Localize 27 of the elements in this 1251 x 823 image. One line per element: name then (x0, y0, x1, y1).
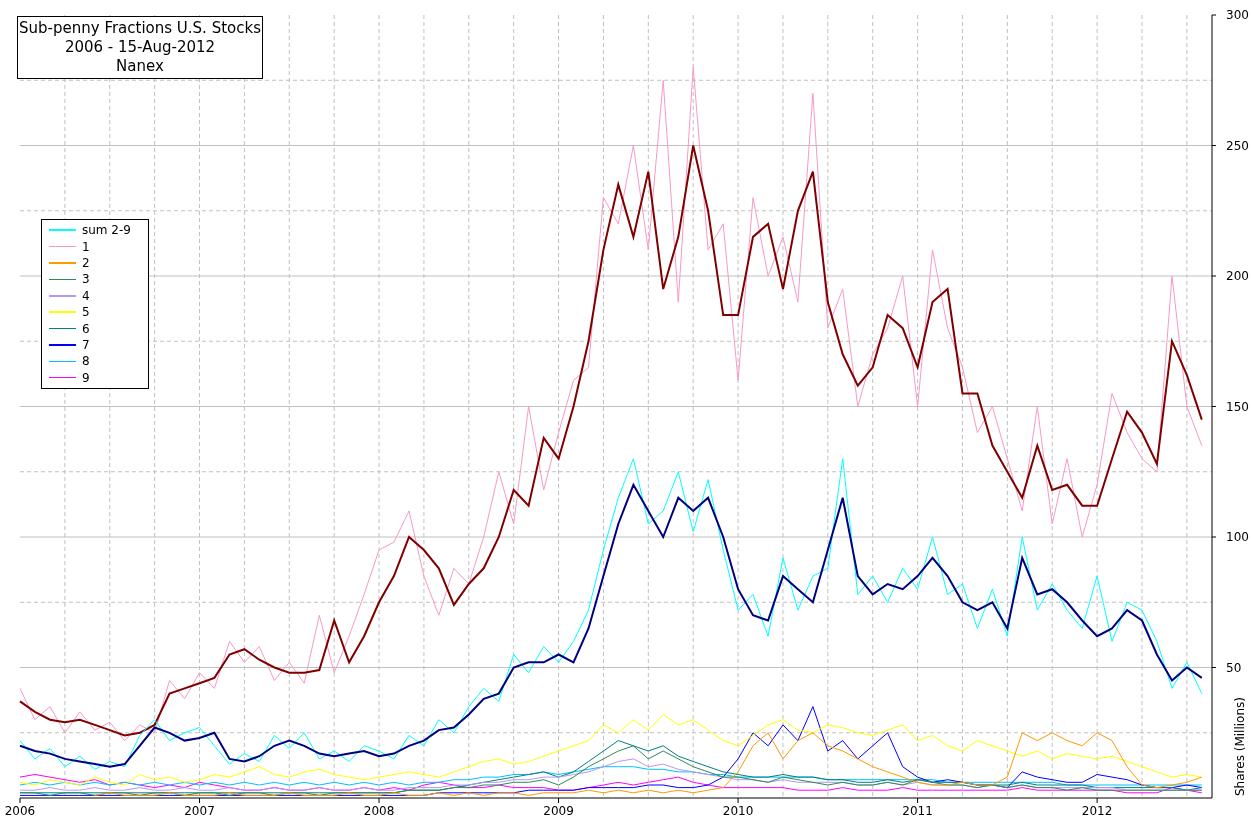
legend-label: sum 2-9 (82, 223, 131, 238)
x-tick-label: 2009 (543, 804, 574, 818)
y-tick-label: 300 (1226, 8, 1249, 22)
y-axis-title: Shares (Millions) (1233, 697, 1247, 796)
legend-label: 6 (82, 321, 90, 336)
chart-title-line: Nanex (116, 57, 164, 76)
legend-label: 5 (82, 305, 90, 320)
chart-title-line: 2006 - 15-Aug-2012 (64, 38, 216, 57)
y-tick-label: 100 (1226, 530, 1249, 544)
x-tick-label: 2010 (722, 804, 754, 818)
y-tick-label: 250 (1226, 138, 1249, 153)
legend-label: 3 (82, 272, 90, 287)
x-tick-label: 2012 (1081, 804, 1113, 818)
x-tick-label: 2011 (902, 804, 933, 818)
y-tick-label: 200 (1226, 269, 1249, 283)
x-tick-label: 2008 (363, 804, 395, 818)
x-tick-label: 2007 (184, 804, 215, 818)
legend-label: 4 (82, 288, 90, 303)
x-tick-label: 2006 (4, 804, 36, 818)
chart-title-line: Sub-penny Fractions U.S. Stocks (19, 19, 261, 38)
legend-label: 9 (82, 370, 90, 385)
y-tick-label: 150 (1226, 399, 1249, 414)
legend-label: 8 (82, 354, 90, 369)
y-tick-label: 50 (1226, 660, 1242, 675)
legend-label: 7 (82, 337, 90, 352)
legend-label: 2 (82, 255, 90, 270)
legend-label: 1 (82, 239, 90, 254)
